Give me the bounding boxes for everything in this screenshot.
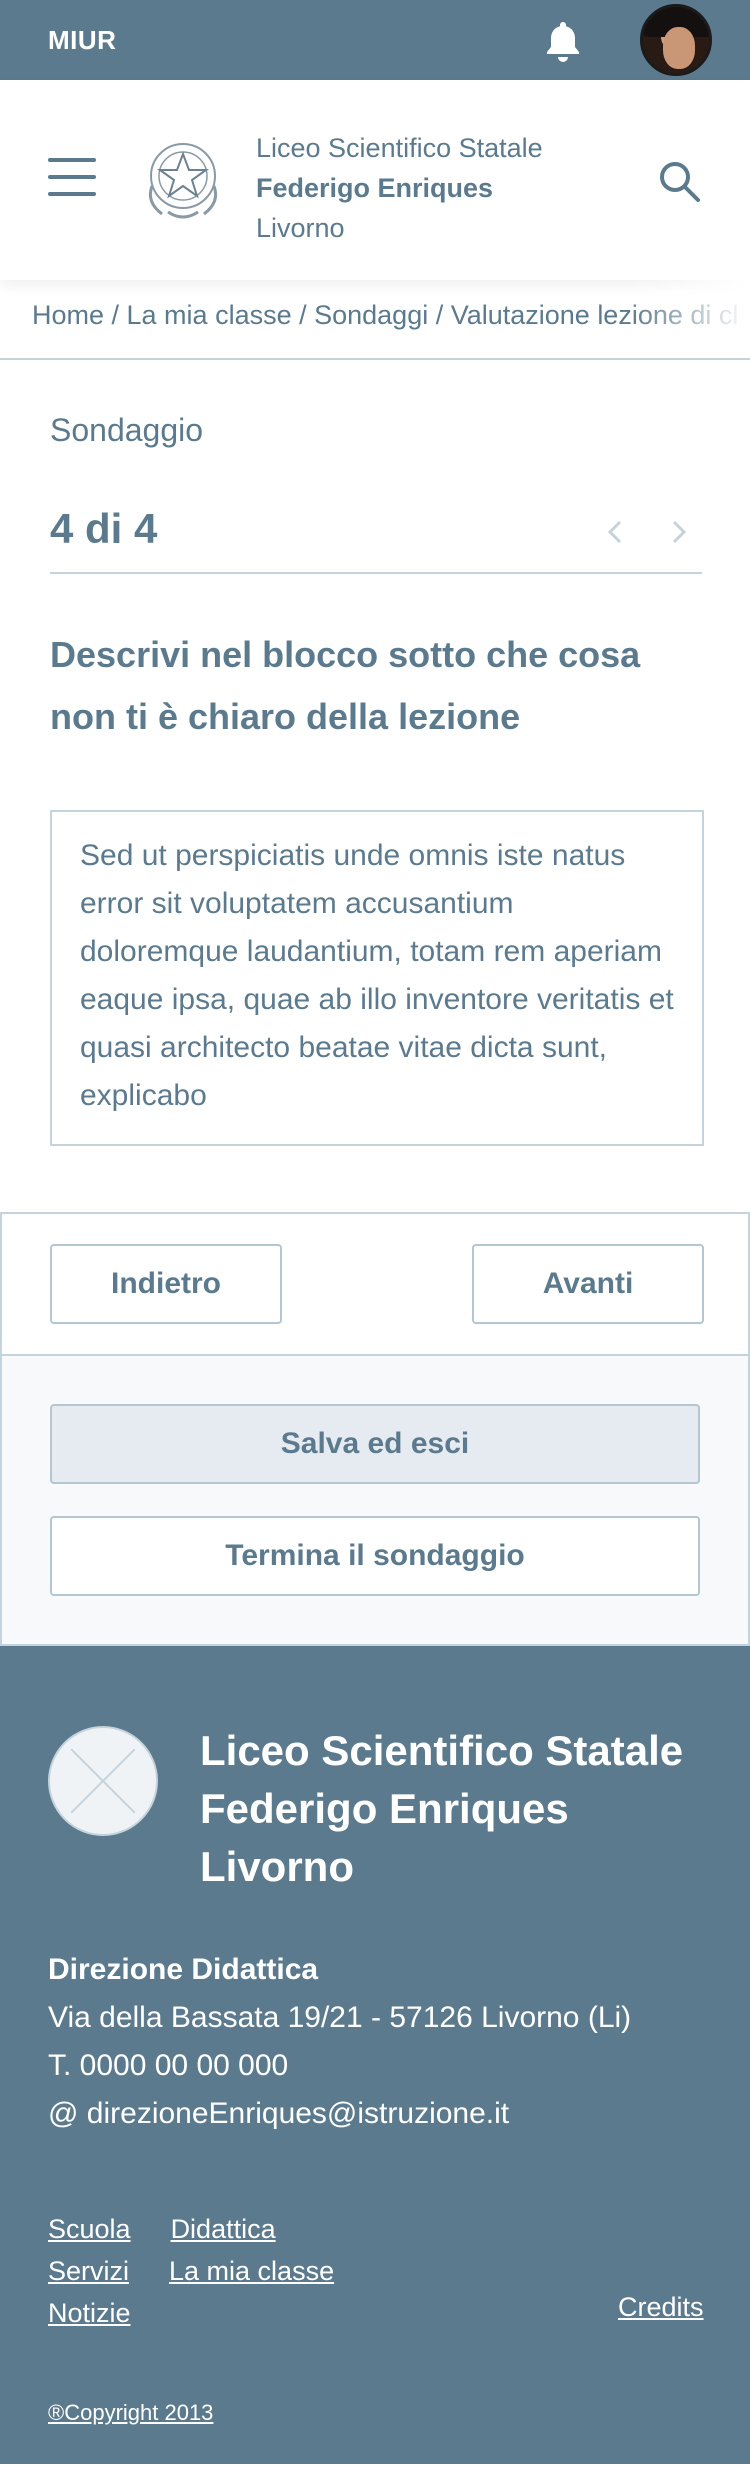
hamburger-menu-icon[interactable]: [48, 158, 96, 196]
school-name-line1: Liceo Scientifico Statale: [256, 133, 543, 163]
footer-link-classe[interactable]: La mia classe: [169, 2250, 334, 2292]
footer-link-notizie[interactable]: Notizie: [48, 2292, 131, 2334]
footer-title-line2: Federigo Enriques: [200, 1785, 569, 1832]
answer-textarea[interactable]: Sed ut perspiciatis unde omnis iste natu…: [50, 810, 704, 1146]
footer-links: Scuola Didattica Servizi La mia classe N…: [48, 2208, 334, 2334]
survey-label: Sondaggio: [50, 412, 204, 448]
footer-dir-title: Direzione Didattica: [48, 1953, 319, 1986]
chevron-right-icon[interactable]: [662, 516, 694, 548]
save-panel: Salva ed esci Termina il sondaggio: [0, 1356, 750, 1646]
bell-icon[interactable]: [540, 18, 586, 64]
site-header: Liceo Scientifico Statale Federigo Enriq…: [0, 80, 750, 280]
footer-school-name: Liceo Scientifico Statale Federigo Enriq…: [200, 1722, 720, 1896]
italian-republic-emblem: [148, 143, 218, 219]
footer-link-scuola[interactable]: Scuola: [48, 2208, 131, 2250]
footer-address: Via della Bassata 19/21 - 57126 Livorno …: [48, 2001, 632, 2034]
school-name-line3: Livorno: [256, 213, 345, 243]
back-button[interactable]: Indietro: [50, 1244, 282, 1324]
navigation-panel: Indietro Avanti: [0, 1212, 750, 1356]
footer-link-servizi[interactable]: Servizi: [48, 2250, 129, 2292]
school-name[interactable]: Liceo Scientifico Statale Federigo Enriq…: [256, 128, 543, 248]
next-button[interactable]: Avanti: [472, 1244, 704, 1324]
footer-credits-link[interactable]: Credits: [618, 2292, 704, 2323]
footer-title-line1: Liceo Scientifico Statale: [200, 1727, 684, 1774]
site-footer: Liceo Scientifico Statale Federigo Enriq…: [0, 1646, 750, 2464]
footer-contacts: Direzione Didattica Via della Bassata 19…: [48, 1946, 631, 2138]
footer-email[interactable]: @ direzioneEnriques@istruzione.it: [48, 2090, 631, 2138]
end-survey-button[interactable]: Termina il sondaggio: [50, 1516, 700, 1596]
survey-section: Sondaggio 4 di 4 Descrivi nel blocco sot…: [0, 360, 750, 1146]
save-and-exit-button[interactable]: Salva ed esci: [50, 1404, 700, 1484]
footer-title-line3: Livorno: [200, 1843, 354, 1890]
chevron-left-icon[interactable]: [600, 516, 632, 548]
brand-label[interactable]: MIUR: [48, 25, 116, 56]
footer-copyright-link[interactable]: ®Copyright 2013: [48, 2400, 213, 2426]
search-icon[interactable]: [656, 158, 702, 204]
school-logo-placeholder: [48, 1726, 158, 1836]
user-avatar[interactable]: [640, 4, 712, 76]
school-name-line2: Federigo Enriques: [256, 173, 494, 203]
question-text: Descrivi nel blocco sotto che cosa non t…: [50, 634, 641, 737]
question-counter: 4 di 4: [50, 505, 158, 552]
footer-link-didattica[interactable]: Didattica: [171, 2208, 276, 2250]
question-counter-row: 4 di 4: [50, 504, 702, 574]
top-bar: MIUR: [0, 0, 750, 80]
breadcrumb[interactable]: Home / La mia classe / Sondaggi / Valuta…: [0, 280, 750, 360]
footer-phone: T. 0000 00 00 000: [48, 2049, 289, 2082]
